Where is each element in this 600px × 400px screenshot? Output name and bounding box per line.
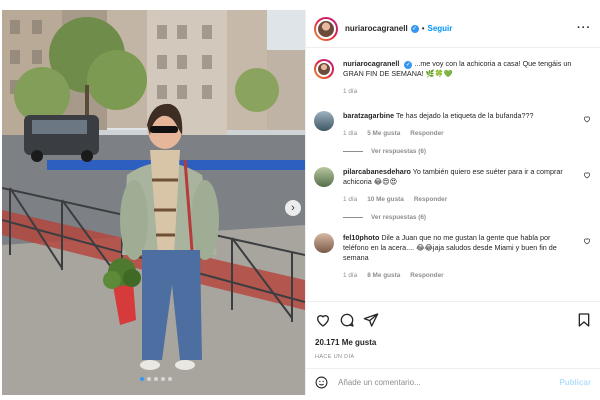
share-send-icon[interactable] — [363, 312, 379, 328]
comment-item: fel10photo Dile a Juan que no me gustan … — [314, 233, 593, 281]
comment-item: pilarcabanesdeharo Yo también quiero ese… — [314, 167, 593, 205]
author-avatar[interactable] — [314, 16, 338, 41]
caption-username[interactable]: nuriarocagranell — [343, 59, 399, 68]
caption-avatar[interactable] — [314, 59, 334, 79]
comments-list[interactable]: nuriarocagranell ✓ ...me voy con la achi… — [306, 49, 600, 299]
post-time-ago[interactable]: HACE UN DÍA — [315, 354, 354, 360]
like-comment-heart-icon[interactable] — [583, 237, 591, 245]
post-caption: nuriarocagranell ✓ ...me voy con la achi… — [314, 59, 593, 97]
add-comment-bar: Publicar — [306, 368, 600, 396]
comment-time[interactable]: 1 día — [343, 195, 357, 205]
comment-likes[interactable]: 8 Me gusta — [367, 271, 400, 281]
carousel-dot — [161, 377, 165, 381]
comment-likes[interactable]: 10 Me gusta — [367, 195, 404, 205]
post-side-panel: nuriarocagranell ✓ • Seguir ··· nuriaroc… — [305, 10, 600, 395]
separator-dot: • — [421, 24, 425, 33]
carousel-dots — [140, 377, 172, 381]
post-photo[interactable]: › — [2, 10, 305, 395]
comment-username[interactable]: fel10photo — [343, 233, 379, 242]
like-comment-heart-icon[interactable] — [583, 171, 591, 179]
commenter-avatar[interactable] — [314, 167, 334, 187]
reply-button[interactable]: Responder — [410, 271, 443, 281]
comment-input[interactable] — [338, 378, 538, 387]
emoji-smiley-icon[interactable] — [315, 376, 328, 389]
like-comment-heart-icon[interactable] — [583, 115, 591, 123]
reply-button[interactable]: Responder — [414, 195, 447, 205]
verified-badge-icon: ✓ — [404, 61, 413, 69]
comment-username[interactable]: pilarcabanesdeharo — [343, 167, 411, 176]
verified-badge-icon: ✓ — [410, 24, 419, 33]
carousel-dot — [140, 377, 144, 381]
comment-username[interactable]: baratzagarbine — [343, 111, 394, 120]
comment-time[interactable]: 1 día — [343, 129, 357, 139]
more-options-icon[interactable]: ··· — [577, 22, 591, 34]
view-replies-label: Ver respuestas (6) — [371, 214, 427, 221]
like-heart-icon[interactable] — [315, 312, 331, 328]
comment-text: Te has dejado la etiqueta de la bufanda?… — [396, 111, 534, 120]
comment-bubble-icon[interactable] — [339, 312, 355, 328]
comment-item: baratzagarbine Te has dejado la etiqueta… — [314, 111, 593, 139]
caption-time[interactable]: 1 día — [343, 87, 357, 97]
post-header: nuriarocagranell ✓ • Seguir ··· — [306, 10, 600, 48]
commenter-avatar[interactable] — [314, 111, 334, 131]
street-photo-image — [2, 10, 305, 395]
publish-button[interactable]: Publicar — [559, 378, 591, 387]
follow-button[interactable]: Seguir — [428, 24, 453, 33]
carousel-dot — [168, 377, 172, 381]
commenter-avatar[interactable] — [314, 233, 334, 253]
carousel-dot — [147, 377, 151, 381]
view-replies-button[interactable]: Ver respuestas (6) — [343, 148, 593, 155]
next-photo-button[interactable]: › — [285, 200, 301, 216]
view-replies-button[interactable]: Ver respuestas (6) — [343, 214, 593, 221]
save-bookmark-icon[interactable] — [576, 312, 592, 328]
likes-count[interactable]: 20.171 Me gusta — [315, 338, 376, 347]
view-replies-label: Ver respuestas (6) — [371, 148, 427, 155]
reply-button[interactable]: Responder — [410, 129, 443, 139]
instagram-post: › nuriarocagranell ✓ • Seguir ··· nuriar… — [0, 10, 600, 395]
comment-time[interactable]: 1 día — [343, 271, 357, 281]
post-actions: 20.171 Me gusta HACE UN DÍA Publicar — [306, 301, 600, 395]
comment-likes[interactable]: 5 Me gusta — [367, 129, 400, 139]
carousel-dot — [154, 377, 158, 381]
author-username[interactable]: nuriarocagranell — [345, 24, 408, 33]
